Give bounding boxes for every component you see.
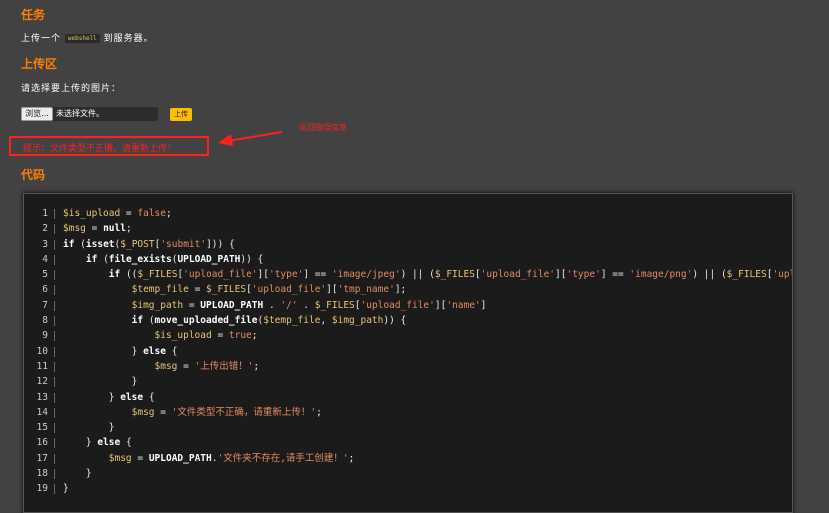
task-text-before: 上传一个 xyxy=(21,34,62,44)
upload-button[interactable]: 上传 xyxy=(170,108,192,121)
code-line: 4 if (file_exists(UPLOAD_PATH)) { xyxy=(24,252,792,267)
code-line: 15 } xyxy=(24,420,792,435)
upload-area-heading: 上传区 xyxy=(21,57,58,71)
file-input[interactable]: 浏览... 未选择文件。 xyxy=(21,107,158,121)
code-line: 18 } xyxy=(24,466,792,481)
line-number: 17 xyxy=(36,452,48,464)
line-number: 7 xyxy=(42,299,48,311)
line-number: 14 xyxy=(36,406,48,418)
line-number: 1 xyxy=(42,208,48,219)
code-line: 7 $img_path = UPLOAD_PATH . '/' . $_FILE… xyxy=(24,298,792,313)
line-number: 6 xyxy=(42,284,48,296)
line-number: 9 xyxy=(42,330,48,342)
code-line: 9 $is_upload = true; xyxy=(24,328,792,343)
browse-button[interactable]: 浏览... xyxy=(21,107,53,121)
line-number: 11 xyxy=(36,360,48,372)
annotation-label: 返回错误信息 xyxy=(299,123,347,132)
line-number: 15 xyxy=(36,422,48,434)
line-number: 16 xyxy=(36,437,48,449)
line-number: 12 xyxy=(36,376,48,388)
code-line: 6 $temp_file = $_FILES['upload_file']['t… xyxy=(24,282,792,297)
code-line: 10 } else { xyxy=(24,344,792,359)
line-number: 8 xyxy=(42,315,48,327)
code-line: 2 $msg = null; xyxy=(24,221,792,236)
webshell-code: webshell xyxy=(64,34,100,43)
line-number: 19 xyxy=(36,483,48,495)
code-line: 17 $msg = UPLOAD_PATH.'文件夹不存在,请手工创建！'; xyxy=(24,451,792,466)
code-line: 13 } else { xyxy=(24,390,792,405)
code-lines: 1 $is_upload = false; 2 $msg = null; 3 if (… xyxy=(24,206,792,497)
code-line: 19} xyxy=(24,481,792,496)
code-line: 5 if (($_FILES['upload_file']['type'] ==… xyxy=(24,267,792,282)
upload-prompt: 请选择要上传的图片： xyxy=(21,84,122,94)
line-number: 4 xyxy=(42,253,48,265)
file-status: 未选择文件。 xyxy=(56,109,104,118)
code-block: 1 $is_upload = false; 2 $msg = null; 3 if (… xyxy=(23,193,793,513)
task-heading: 任务 xyxy=(21,8,46,22)
code-line: 11 $msg = '上传出错！'; xyxy=(24,359,792,374)
line-number: 3 xyxy=(42,238,48,250)
code-heading: 代码 xyxy=(21,168,46,182)
code-line: 1 $is_upload = false; xyxy=(24,206,792,221)
line-number: 5 xyxy=(42,269,48,281)
error-tip-text: 提示：文件类型不正确，请重新上传！ xyxy=(23,144,177,154)
line-number: 13 xyxy=(36,391,48,403)
line-number: 10 xyxy=(36,345,48,357)
error-tip-box: 提示：文件类型不正确，请重新上传！ xyxy=(9,136,209,156)
code-line: 3 if (isset($_POST['submit'])) { xyxy=(24,237,792,252)
line-number: 2 xyxy=(42,223,48,235)
code-line: 16 } else { xyxy=(24,435,792,450)
code-line: 8 if (move_uploaded_file($temp_file, $im… xyxy=(24,313,792,328)
task-description: 上传一个 webshell 到服务器。 xyxy=(21,31,154,44)
line-number: 18 xyxy=(36,468,48,480)
code-line: 14 $msg = '文件类型不正确，请重新上传！'; xyxy=(24,405,792,420)
task-text-after: 到服务器。 xyxy=(103,34,154,44)
code-line: 12 } xyxy=(24,374,792,389)
